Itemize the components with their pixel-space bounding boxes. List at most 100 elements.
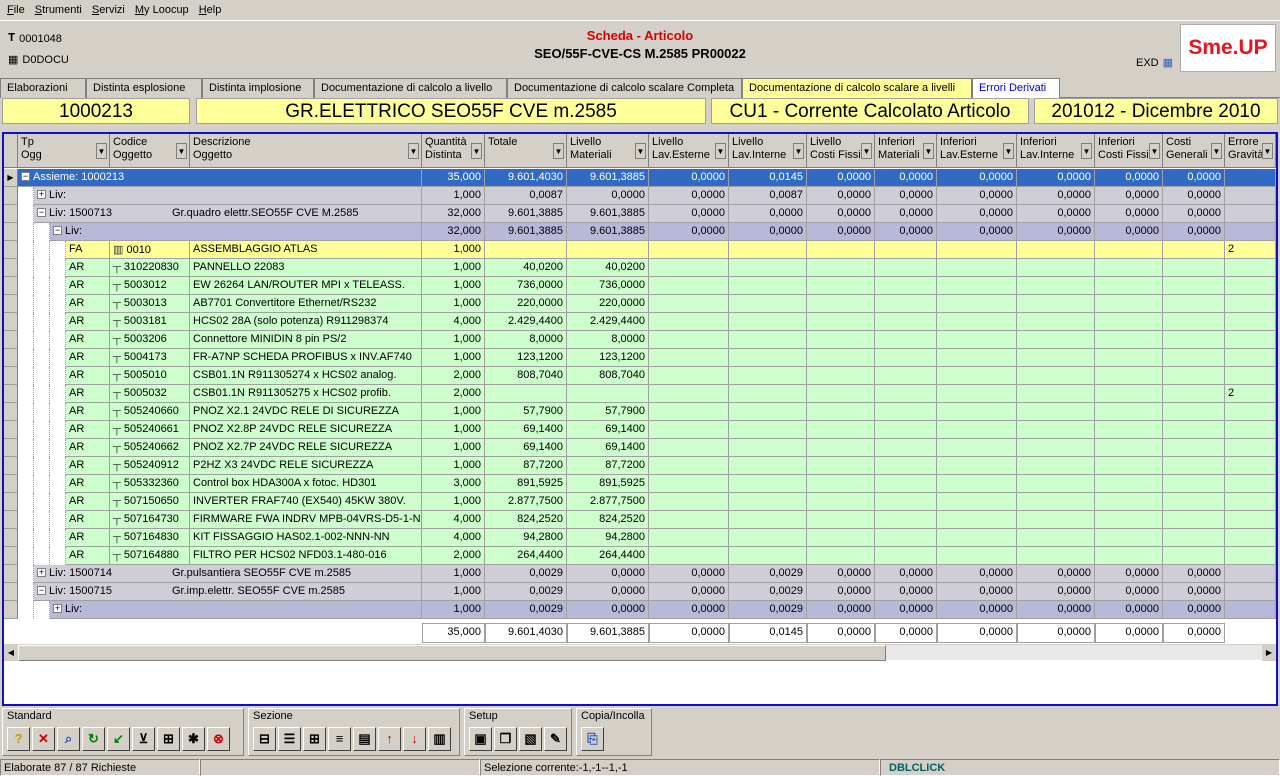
column-filter-dropdown-icon[interactable]: ▼ xyxy=(923,143,934,159)
table-row[interactable]: AR ┬ 505332360 Control box HDA300A x fotoc… xyxy=(4,475,1276,493)
table-row[interactable]: AR ┬ 5005032 CSB01.1N R911305275 x HCS02 p… xyxy=(4,385,1276,403)
row-selector[interactable] xyxy=(4,277,18,295)
table-row[interactable]: ▶ − Assieme: 1000213 35,000 9.601,4030 9.601,… xyxy=(4,169,1276,187)
column-header[interactable]: Livello Materiali ▼ xyxy=(567,134,649,168)
search-icon[interactable]: ✱ xyxy=(182,727,205,751)
expand-icon[interactable]: + xyxy=(53,604,62,613)
horizontal-scrollbar[interactable]: ◀ ▶ xyxy=(4,644,1276,661)
tab-distinta-esplosione[interactable]: Distinta esplosione xyxy=(86,78,202,98)
scroll-right-icon[interactable]: ▶ xyxy=(1262,645,1276,661)
menu-strumenti[interactable]: Strumenti xyxy=(30,4,87,16)
menu-help[interactable]: Help xyxy=(194,4,227,16)
stop-icon[interactable]: ⊗ xyxy=(207,727,230,751)
menu-file[interactable]: File xyxy=(2,4,30,16)
column-header[interactable]: Inferiori Materiali ▼ xyxy=(875,134,937,168)
column-filter-dropdown-icon[interactable]: ▼ xyxy=(715,143,726,159)
table-row[interactable]: AR ┬ 507150650 INVERTER FRAF740 (EX540) 45… xyxy=(4,493,1276,511)
collapse-icon[interactable]: − xyxy=(37,208,46,217)
edit-setup-icon[interactable]: ✎ xyxy=(544,727,567,751)
zoom-icon[interactable]: ⌕ xyxy=(57,727,80,751)
cart-icon[interactable]: ⊻ xyxy=(132,727,155,751)
tab-elaborazioni[interactable]: Elaborazioni xyxy=(0,78,86,98)
table-row[interactable]: AR ┬ 505240661 PNOZ X2.8P 24VDC RELE SICUR… xyxy=(4,421,1276,439)
row-selector[interactable] xyxy=(4,367,18,385)
row-selector[interactable] xyxy=(4,547,18,565)
tab-distinta-implosione[interactable]: Distinta implosione xyxy=(202,78,314,98)
column-filter-dropdown-icon[interactable]: ▼ xyxy=(96,143,107,159)
column-header[interactable]: Descrizione Oggetto ▼ xyxy=(190,134,422,168)
column-filter-dropdown-icon[interactable]: ▼ xyxy=(793,143,804,159)
column-filter-dropdown-icon[interactable]: ▼ xyxy=(1003,143,1014,159)
column-filter-dropdown-icon[interactable]: ▼ xyxy=(1081,143,1092,159)
column-header[interactable]: Quantità Distinta ▼ xyxy=(422,134,485,168)
column-header[interactable]: Inferiori Lav.Interne ▼ xyxy=(1017,134,1095,168)
row-selector[interactable] xyxy=(4,331,18,349)
table-row[interactable]: − Liv: 1500713 Gr.quadro elettr.SEO55F CVE… xyxy=(4,205,1276,223)
table-row[interactable]: AR ┬ 507164880 FILTRO PER HCS02 NFD03.1-48… xyxy=(4,547,1276,565)
columns-icon[interactable]: ▥ xyxy=(428,727,451,751)
exd-label[interactable]: EXD ▦ xyxy=(1136,56,1173,70)
column-filter-dropdown-icon[interactable]: ▼ xyxy=(1149,143,1160,159)
row-selector[interactable] xyxy=(4,259,18,277)
tab-doc-calcolo-scalare-livelli[interactable]: Documentazione di calcolo scalare a live… xyxy=(742,78,972,98)
tab-doc-calcolo-livello[interactable]: Documentazione di calcolo a livello xyxy=(314,78,507,98)
expand-icon[interactable]: + xyxy=(37,568,46,577)
table-row[interactable]: FA ▥ 0010 ASSEMBLAGGIO ATLAS 1,000 2 xyxy=(4,241,1276,259)
menu-servizi[interactable]: Servizi xyxy=(87,4,130,16)
column-header[interactable]: Codice Oggetto ▼ xyxy=(110,134,190,168)
column-filter-dropdown-icon[interactable]: ▼ xyxy=(553,143,564,159)
column-filter-dropdown-icon[interactable]: ▼ xyxy=(1211,143,1222,159)
copy-setup-icon[interactable]: ❐ xyxy=(494,727,517,751)
column-filter-dropdown-icon[interactable]: ▼ xyxy=(635,143,646,159)
row-selector[interactable] xyxy=(4,565,18,583)
row-selector[interactable] xyxy=(4,385,18,403)
tab-doc-calcolo-scalare-completa[interactable]: Documentazione di calcolo scalare Comple… xyxy=(507,78,742,98)
save-icon[interactable]: ▣ xyxy=(469,727,492,751)
row-selector[interactable] xyxy=(4,493,18,511)
row-selector[interactable] xyxy=(4,187,18,205)
tree-level-icon[interactable]: ≡ xyxy=(328,727,351,751)
clipboard-icon[interactable]: ⎘ xyxy=(581,727,604,751)
list-icon[interactable]: ☰ xyxy=(278,727,301,751)
row-selector[interactable] xyxy=(4,403,18,421)
row-selector[interactable] xyxy=(4,241,18,259)
row-selector[interactable]: ▶ xyxy=(4,169,18,187)
collapse-icon[interactable]: − xyxy=(53,226,62,235)
tab-errori-derivati[interactable]: Errori Derivati xyxy=(972,78,1060,98)
column-header[interactable]: Tp Ogg ▼ xyxy=(18,134,110,168)
table-row[interactable]: AR ┬ 5003181 HCS02 28A (solo potenza) R911… xyxy=(4,313,1276,331)
row-selector[interactable] xyxy=(4,349,18,367)
row-selector[interactable] xyxy=(4,205,18,223)
table-icon[interactable]: ▤ xyxy=(353,727,376,751)
column-header[interactable]: Livello Costi Fissi ▼ xyxy=(807,134,875,168)
column-header[interactable]: Errore Gravità ▼ xyxy=(1225,134,1276,168)
column-header[interactable]: Livello Lav.Esterne ▼ xyxy=(649,134,729,168)
export-icon[interactable]: ↙ xyxy=(107,727,130,751)
table-row[interactable]: + Liv: 1500714 Gr.pulsantiera SEO55F CVE m… xyxy=(4,565,1276,583)
cost-grid[interactable]: Tp Ogg ▼ Codice Oggetto ▼ Descrizione Oggetto ▼ Q… xyxy=(2,132,1278,706)
up-arrow-icon[interactable]: ↑ xyxy=(378,727,401,751)
collapse-icon[interactable]: − xyxy=(21,172,30,181)
column-filter-dropdown-icon[interactable]: ▼ xyxy=(471,143,482,159)
row-selector[interactable] xyxy=(4,223,18,241)
row-selector[interactable] xyxy=(4,313,18,331)
table-row[interactable]: AR ┬ 5003013 AB7701 Convertitore Ethernet/… xyxy=(4,295,1276,313)
column-header[interactable]: Inferiori Lav.Esterne ▼ xyxy=(937,134,1017,168)
tree-icon[interactable]: ⊟ xyxy=(253,727,276,751)
row-selector[interactable] xyxy=(4,601,18,619)
row-selector[interactable] xyxy=(4,421,18,439)
column-filter-dropdown-icon[interactable]: ▼ xyxy=(1262,143,1273,159)
scroll-left-icon[interactable]: ◀ xyxy=(4,645,18,661)
row-selector[interactable] xyxy=(4,457,18,475)
table-row[interactable]: AR ┬ 505240660 PNOZ X2.1 24VDC RELE DI SIC… xyxy=(4,403,1276,421)
table-row[interactable]: AR ┬ 5003206 Connettore MINIDIN 8 pin PS/2… xyxy=(4,331,1276,349)
column-header[interactable]: Totale ▼ xyxy=(485,134,567,168)
cancel-icon[interactable]: ✕ xyxy=(32,727,55,751)
column-filter-dropdown-icon[interactable]: ▼ xyxy=(176,143,187,159)
scrollbar-thumb[interactable] xyxy=(18,645,886,661)
table-row[interactable]: AR ┬ 507164730 FIRMWARE FWA INDRV MPB-04VR… xyxy=(4,511,1276,529)
menu-my-loocup[interactable]: My Loocup xyxy=(130,4,194,16)
down-arrow-icon[interactable]: ↓ xyxy=(403,727,426,751)
row-selector[interactable] xyxy=(4,475,18,493)
save-as-icon[interactable]: ▧ xyxy=(519,727,542,751)
